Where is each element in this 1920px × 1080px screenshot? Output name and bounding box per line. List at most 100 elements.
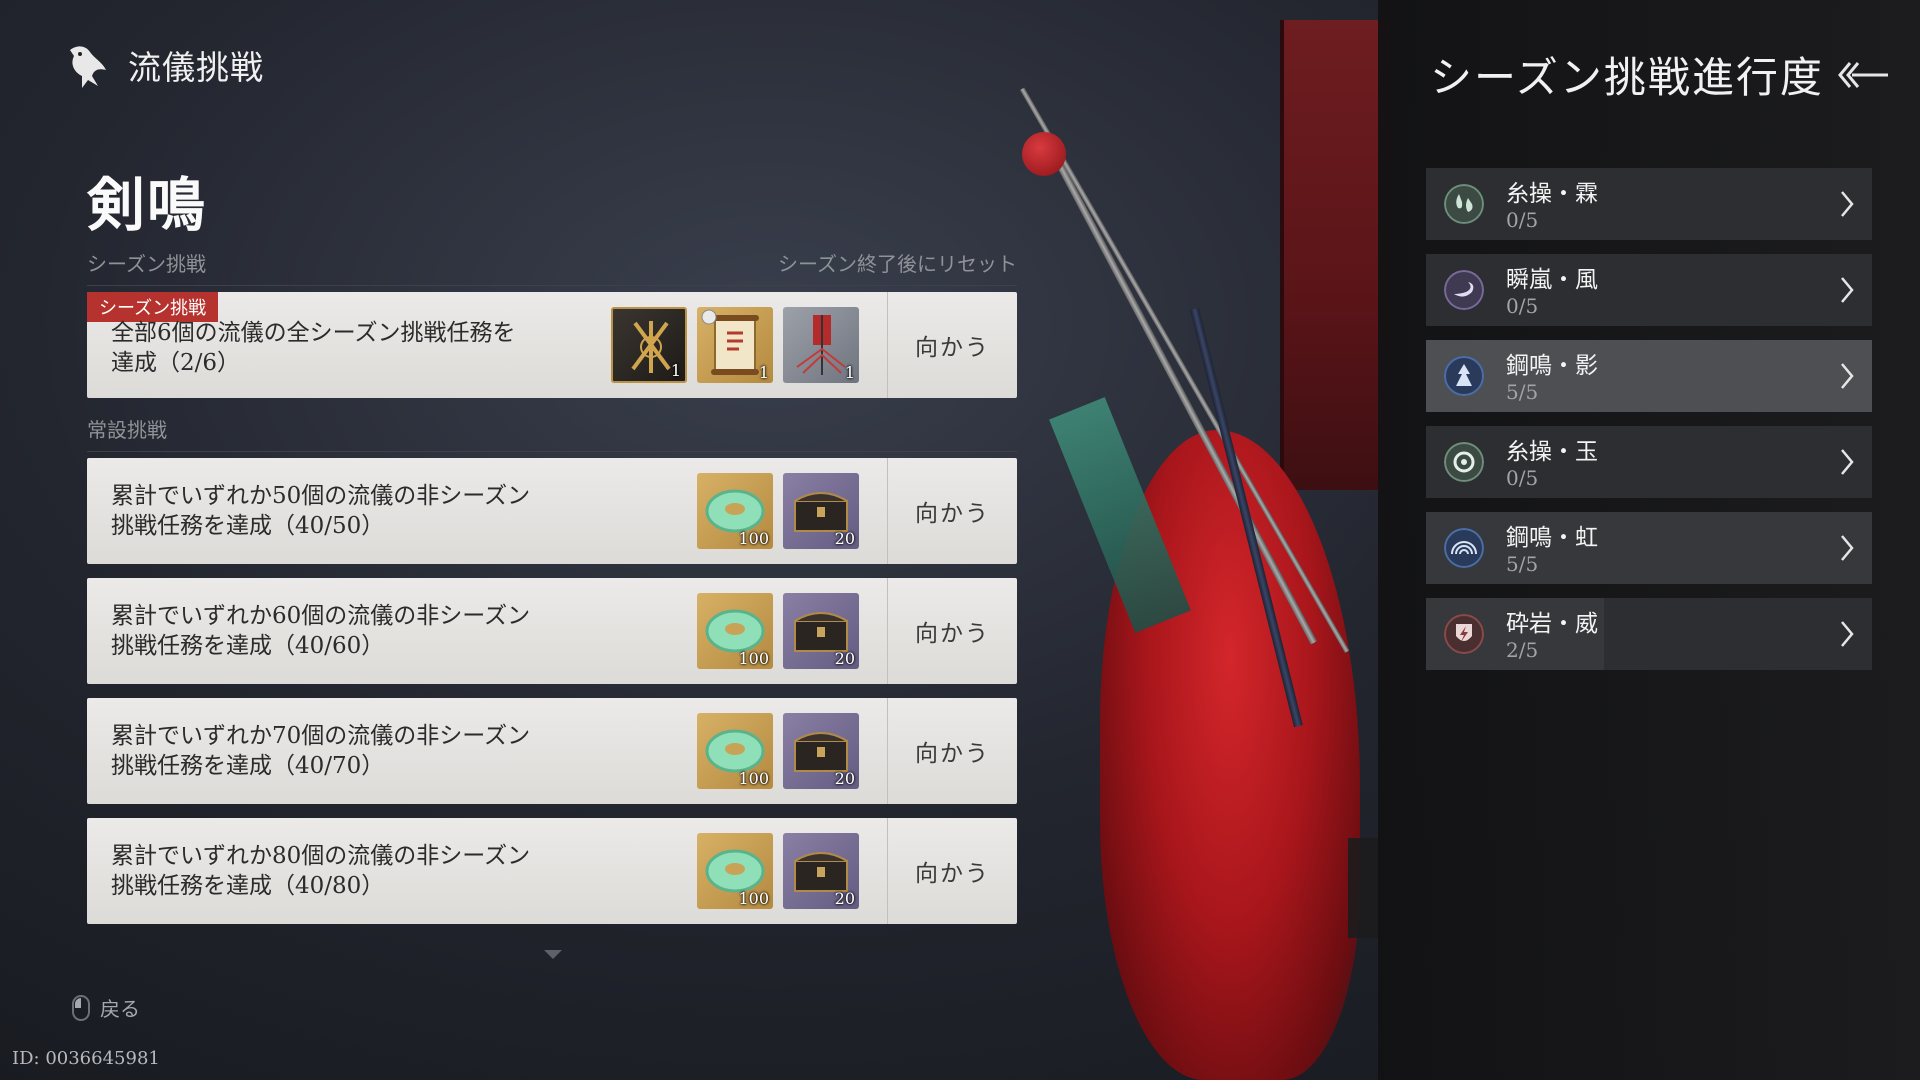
task-text-line: 挑戦任務を達成（40/70） — [111, 753, 385, 779]
reward-item[interactable]: 1 — [611, 307, 687, 383]
page-title: 流儀挑戦 — [128, 48, 264, 87]
reward-count: 1 — [670, 361, 681, 380]
progress-item[interactable]: 鋼鳴・影 5/5 — [1426, 340, 1872, 412]
task-description: 累計でいずれか60個の流儀の非シーズン 挑戦任務を達成（40/60） — [111, 601, 621, 661]
task-text-line: 挑戦任務を達成（40/60） — [111, 633, 385, 659]
go-button[interactable]: 向かう — [887, 818, 1017, 924]
season-section-header: シーズン挑戦 シーズン終了後にリセット — [87, 248, 1017, 286]
reward-list: 1 1 1 — [611, 307, 859, 383]
progress-item[interactable]: 糸操・玉 0/5 — [1426, 426, 1872, 498]
permanent-task-card[interactable]: 累計でいずれか60個の流儀の非シーズン 挑戦任務を達成（40/60） 100 2… — [87, 578, 1017, 684]
back-label: 戻る — [100, 997, 140, 1021]
task-text-line: 累計でいずれか50個の流儀の非シーズン — [111, 483, 531, 509]
progress-item-count: 0/5 — [1506, 294, 1539, 318]
reward-item[interactable]: 1 — [697, 307, 773, 383]
reward-count: 1 — [758, 363, 769, 382]
shadow-figure-icon — [1444, 356, 1484, 396]
school-title: 剣鳴 — [87, 171, 208, 239]
reward-count: 100 — [738, 769, 769, 788]
progress-item-name: 糸操・玉 — [1506, 439, 1598, 465]
season-task-card[interactable]: シーズン挑戦 全部6個の流儀の全シーズン挑戦任務を 達成（2/6） 1 1 1 … — [87, 292, 1017, 398]
challenge-list-area: 流儀挑戦 剣鳴 シーズン挑戦 シーズン終了後にリセット シーズン挑戦 全部6個の… — [0, 0, 1120, 1080]
task-text-line: 累計でいずれか80個の流儀の非シーズン — [111, 843, 531, 869]
reward-count: 20 — [834, 649, 855, 668]
lightning-shield-icon — [1444, 614, 1484, 654]
reward-count: 100 — [738, 889, 769, 908]
reward-list: 100 20 — [697, 593, 859, 669]
collapse-arrow-icon[interactable] — [1836, 57, 1890, 93]
progress-item-count: 5/5 — [1506, 552, 1539, 576]
wind-swirl-icon — [1444, 270, 1484, 310]
task-text-line: 全部6個の流儀の全シーズン挑戦任務を — [111, 320, 516, 346]
reward-item[interactable]: 100 — [697, 833, 773, 909]
permanent-section-label: 常設挑戦 — [87, 418, 167, 442]
rainbow-icon — [1444, 528, 1484, 568]
reward-list: 100 20 — [697, 713, 859, 789]
progress-item-name: 瞬嵐・風 — [1506, 267, 1598, 293]
progress-item[interactable]: 砕岩・威 2/5 — [1426, 598, 1872, 670]
chevron-right-icon — [1841, 535, 1854, 561]
permanent-task-card[interactable]: 累計でいずれか70個の流儀の非シーズン 挑戦任務を達成（40/70） 100 2… — [87, 698, 1017, 804]
reward-item[interactable]: 20 — [783, 713, 859, 789]
progress-item-count: 2/5 — [1506, 638, 1539, 662]
progress-item[interactable]: 鋼鳴・虹 5/5 — [1426, 512, 1872, 584]
progress-list: 糸操・霖 0/5 瞬嵐・風 0/5 鋼鳴・影 5/5 糸操・玉 0/5 鋼鳴・虹… — [1426, 168, 1872, 684]
progress-item[interactable]: 瞬嵐・風 0/5 — [1426, 254, 1872, 326]
scroll-down-icon[interactable] — [544, 950, 562, 959]
task-text-line: 累計でいずれか70個の流儀の非シーズン — [111, 723, 531, 749]
season-progress-panel: シーズン挑戦進行度 糸操・霖 0/5 瞬嵐・風 0/5 鋼鳴・影 5/5 糸操・… — [1378, 0, 1920, 1080]
reward-list: 100 20 — [697, 833, 859, 909]
reward-count: 1 — [844, 363, 855, 382]
reward-list: 100 20 — [697, 473, 859, 549]
permanent-task-card[interactable]: 累計でいずれか80個の流儀の非シーズン 挑戦任務を達成（40/80） 100 2… — [87, 818, 1017, 924]
chevron-right-icon — [1841, 621, 1854, 647]
progress-item-name: 鋼鳴・影 — [1506, 353, 1598, 379]
reward-item[interactable]: 100 — [697, 713, 773, 789]
reward-item[interactable]: 20 — [783, 833, 859, 909]
progress-fill — [1426, 340, 1872, 412]
reward-item[interactable]: 1 — [783, 307, 859, 383]
go-button[interactable]: 向かう — [887, 458, 1017, 564]
reward-item[interactable]: 100 — [697, 473, 773, 549]
task-text-line: 累計でいずれか60個の流儀の非シーズン — [111, 603, 531, 629]
task-text-line: 挑戦任務を達成（40/80） — [111, 873, 385, 899]
reward-count: 20 — [834, 529, 855, 548]
go-button[interactable]: 向かう — [887, 292, 1017, 398]
reward-count: 20 — [834, 769, 855, 788]
mouse-icon — [72, 994, 90, 1021]
reward-count: 20 — [834, 889, 855, 908]
crow-emblem-icon — [70, 46, 106, 88]
task-description: 全部6個の流儀の全シーズン挑戦任務を 達成（2/6） — [111, 318, 621, 378]
progress-item-name: 鋼鳴・虹 — [1506, 525, 1598, 551]
reward-item[interactable]: 20 — [783, 473, 859, 549]
chevron-right-icon — [1841, 363, 1854, 389]
reset-note: シーズン終了後にリセット — [778, 252, 1017, 276]
progress-panel-header: シーズン挑戦進行度 — [1430, 44, 1890, 105]
progress-item-count: 0/5 — [1506, 208, 1539, 232]
task-description: 累計でいずれか80個の流儀の非シーズン 挑戦任務を達成（40/80） — [111, 841, 621, 901]
permanent-task-card[interactable]: 累計でいずれか50個の流儀の非シーズン 挑戦任務を達成（40/50） 100 2… — [87, 458, 1017, 564]
task-description: 累計でいずれか50個の流儀の非シーズン 挑戦任務を達成（40/50） — [111, 481, 621, 541]
reward-item[interactable]: 20 — [783, 593, 859, 669]
back-button[interactable]: 戻る — [72, 993, 140, 1022]
chevron-right-icon — [1841, 191, 1854, 217]
task-text-line: 達成（2/6） — [111, 350, 241, 376]
user-id: ID: 0036645981 — [12, 1048, 160, 1069]
task-text-line: 挑戦任務を達成（40/50） — [111, 513, 385, 539]
progress-item-count: 0/5 — [1506, 466, 1539, 490]
raindrop-icon — [1444, 184, 1484, 224]
progress-item-name: 糸操・霖 — [1506, 181, 1598, 207]
go-button[interactable]: 向かう — [887, 698, 1017, 804]
red-banner-decoration — [1280, 20, 1390, 490]
reward-count: 100 — [738, 649, 769, 668]
reward-count: 100 — [738, 529, 769, 548]
permanent-section-header: 常設挑戦 — [87, 414, 1017, 452]
reward-item[interactable]: 100 — [697, 593, 773, 669]
progress-item[interactable]: 糸操・霖 0/5 — [1426, 168, 1872, 240]
go-button[interactable]: 向かう — [887, 578, 1017, 684]
progress-item-name: 砕岩・威 — [1506, 611, 1598, 637]
task-description: 累計でいずれか70個の流儀の非シーズン 挑戦任務を達成（40/70） — [111, 721, 621, 781]
chevron-right-icon — [1841, 277, 1854, 303]
chevron-right-icon — [1841, 449, 1854, 475]
season-section-label: シーズン挑戦 — [87, 252, 206, 276]
